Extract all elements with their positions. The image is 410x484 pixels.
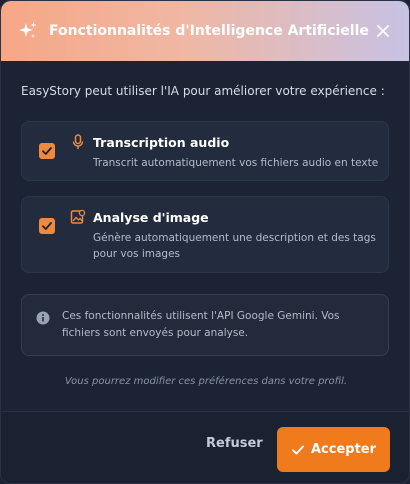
sparkles-icon — [17, 20, 39, 42]
image-analysis-checkbox[interactable] — [39, 218, 55, 234]
option-analyse-image[interactable]: Analyse d'image Génère automatiquement u… — [21, 196, 389, 273]
info-text: Ces fonctionnalités utilisent l'API Goog… — [62, 310, 340, 339]
option-description: Génère automatiquement une description e… — [93, 232, 376, 260]
check-icon — [292, 445, 304, 454]
dialog-header: Fonctionnalités d'Intelligence Artificie… — [1, 1, 409, 61]
dialog-footer: Refuser Accepter — [1, 411, 409, 483]
option-description: Transcrit automatiquement vos fichiers a… — [93, 157, 379, 169]
option-title: Analyse d'image — [93, 210, 209, 225]
intro-text: EasyStory peut utiliser l'IA pour amélio… — [21, 84, 385, 98]
refuse-button[interactable]: Refuser — [196, 428, 273, 458]
ai-features-dialog: Fonctionnalités d'Intelligence Artificie… — [0, 0, 410, 484]
accept-button[interactable]: Accepter — [277, 427, 390, 472]
option-transcription-audio[interactable]: Transcription audio Transcrit automatiqu… — [21, 121, 389, 181]
image-scan-icon — [70, 209, 86, 225]
dialog-title: Fonctionnalités d'Intelligence Artificie… — [49, 23, 369, 39]
close-icon[interactable] — [371, 19, 395, 43]
info-icon — [36, 310, 50, 325]
preferences-note: Vous pourrez modifier ces préférences da… — [64, 376, 348, 387]
microphone-icon — [70, 134, 86, 150]
option-title: Transcription audio — [93, 135, 230, 150]
transcription-checkbox[interactable] — [39, 143, 55, 159]
accept-label: Accepter — [310, 442, 377, 457]
info-box: Ces fonctionnalités utilisent l'API Goog… — [21, 294, 389, 356]
